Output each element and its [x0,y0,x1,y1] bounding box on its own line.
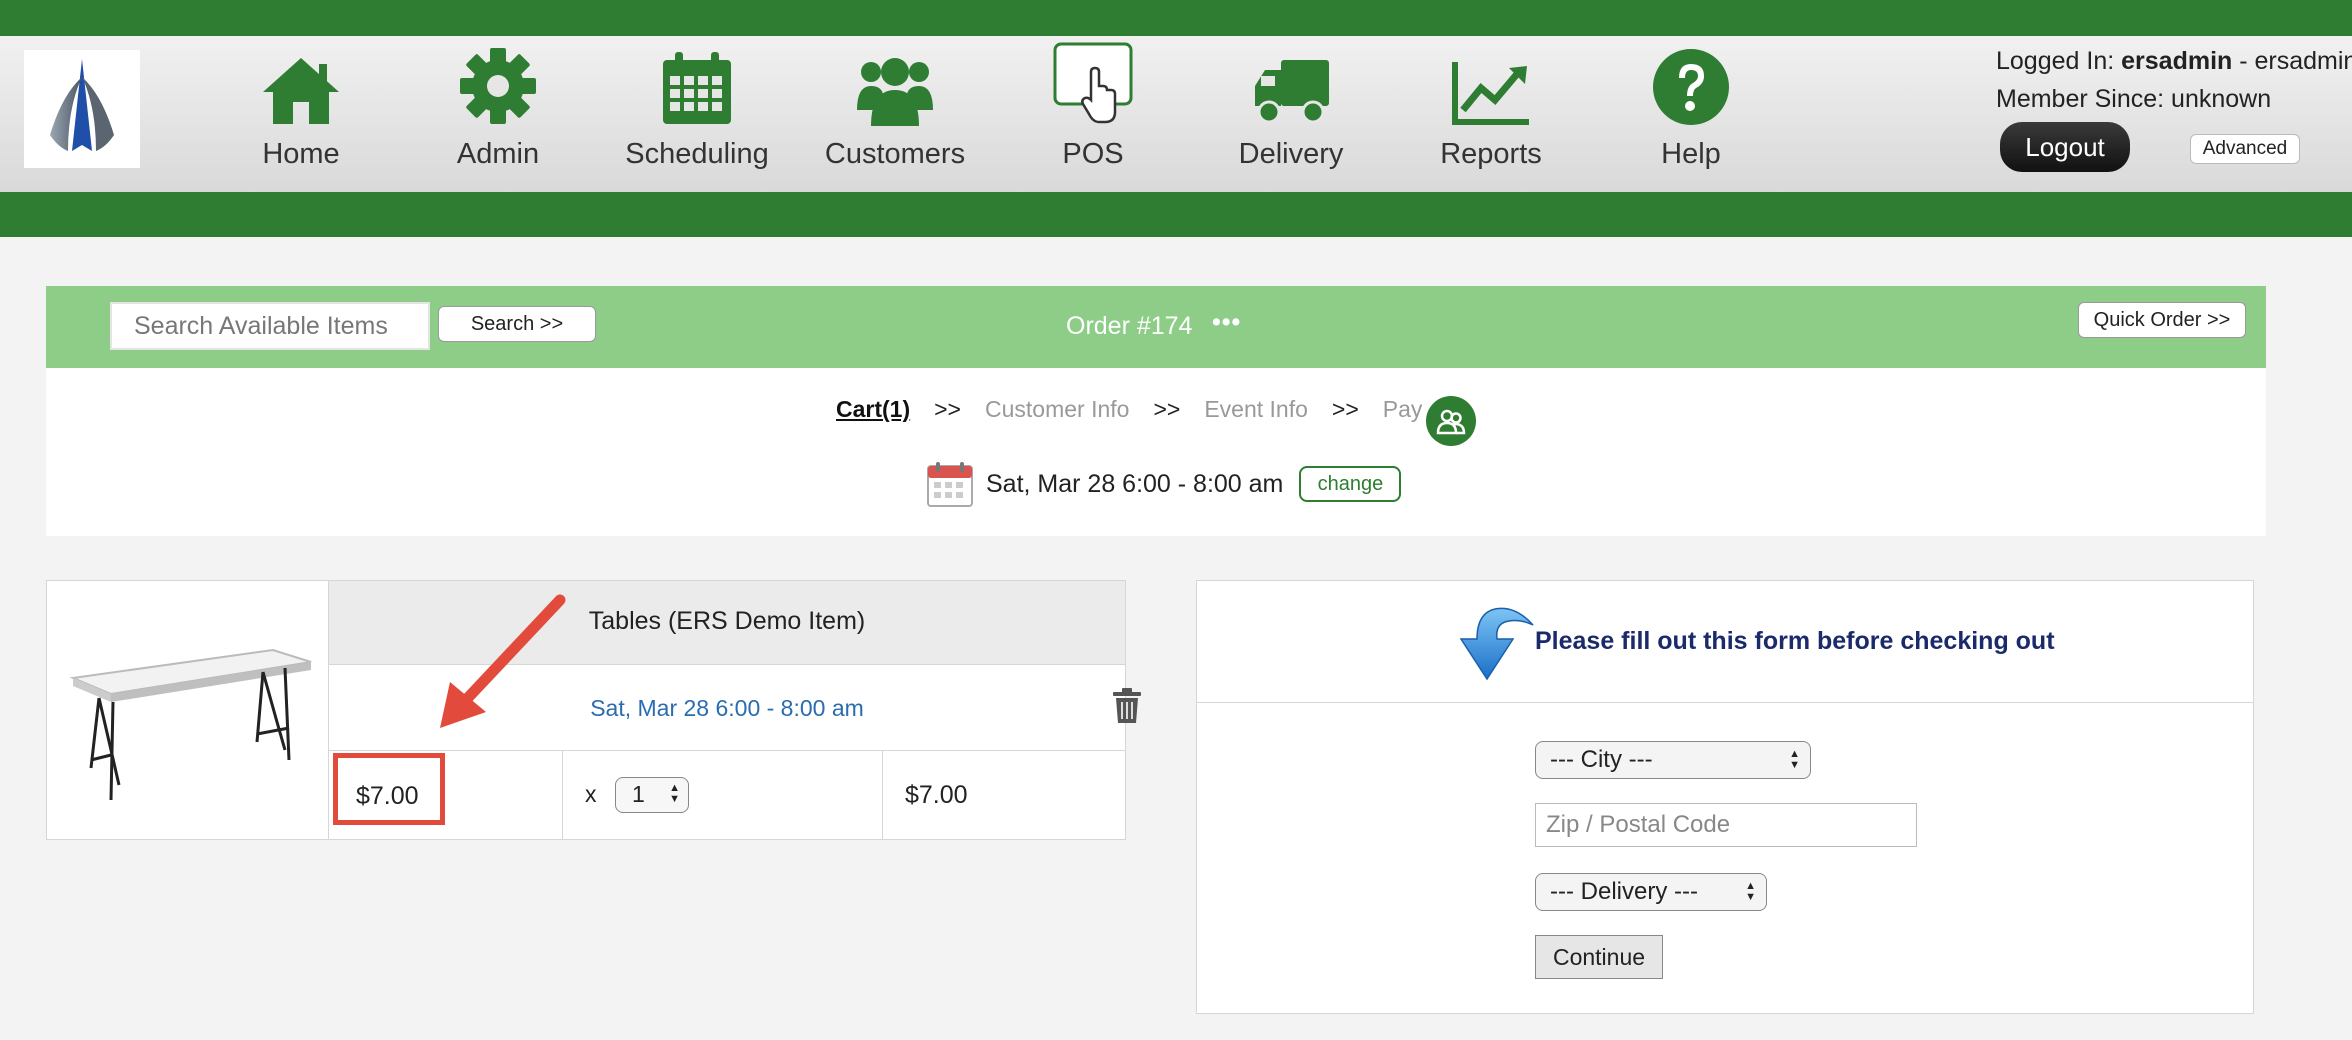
quantity-select[interactable]: 1 ▲ ▼ [615,777,689,813]
step-event-info[interactable]: Event Info [1204,396,1308,423]
unit-price[interactable]: $7.00 [333,753,445,825]
checkout-form: Please fill out this form before checkin… [1196,580,2254,1014]
select-arrows-icon: ▲ ▼ [1745,880,1756,903]
users-icon [795,44,995,126]
member-since: Member Since: unknown [1996,85,2272,113]
checkout-steps: Cart(1) >> Customer Info >> Event Info >… [836,396,1422,423]
item-price-row: $7.00 x 1 ▲ ▼ $7.00 [329,751,1125,839]
nav-pos-label: POS [1062,138,1124,170]
delivery-selected-value: --- Delivery --- [1550,878,1698,905]
step-pay[interactable]: Pay [1383,396,1423,423]
nav-home-label: Home [262,138,340,170]
down-arrow-icon [1459,607,1534,681]
logo-icon [50,59,114,151]
quick-order-button[interactable]: Quick Order >> [2078,302,2246,338]
step-separator: >> [1153,396,1181,422]
continue-button[interactable]: Continue [1535,935,1663,979]
logged-in-suffix: - ersadmin [2232,47,2352,75]
search-button[interactable]: Search >> [438,306,596,342]
event-calendar-icon [927,462,973,507]
pos-touch-icon [993,42,1193,126]
chart-icon [1391,44,1591,126]
nav-admin[interactable]: Admin [398,44,598,174]
zip-postal-input[interactable] [1535,803,1917,847]
logged-in-user: ersadmin [2121,47,2233,75]
header-bottom-strip [0,192,2352,237]
advanced-button[interactable]: Advanced [2190,134,2300,164]
select-arrows-icon: ▲ ▼ [1789,748,1800,771]
header-top-strip [0,0,2352,36]
order-bar: Search >> Order #174 ••• Quick Order >> [46,286,2266,368]
checkout-form-heading: Please fill out this form before checkin… [1535,627,2055,655]
nav-reports[interactable]: Reports [1391,44,1591,174]
calendar-icon [597,44,797,126]
app-logo[interactable] [24,50,140,168]
checkout-steps-panel: Cart(1) >> Customer Info >> Event Info >… [46,368,2266,536]
truck-icon [1191,44,1391,126]
nav-scheduling[interactable]: Scheduling [597,44,797,174]
checkout-form-header: Please fill out this form before checkin… [1197,581,2253,703]
nav-customers-label: Customers [824,138,966,170]
event-date-text: Sat, Mar 28 6:00 - 8:00 am [986,469,1284,498]
select-arrows-icon: ▲ ▼ [669,782,680,805]
logged-in-line: Logged In: ersadmin - ersadmin [1996,42,2352,80]
line-total-cell: $7.00 [883,751,1125,839]
city-select[interactable]: --- City --- ▲ ▼ [1535,741,1811,779]
logout-button[interactable]: Logout [2000,122,2130,172]
nav-delivery-label: Delivery [1238,138,1344,170]
logged-in-prefix: Logged In: [1996,47,2122,75]
line-total: $7.00 [905,781,968,809]
trash-icon[interactable] [1111,687,1143,725]
nav-home[interactable]: Home [201,44,401,174]
step-customer-info[interactable]: Customer Info [985,396,1129,423]
customer-group-icon[interactable] [1426,396,1476,446]
order-menu-icon[interactable]: ••• [1212,308,1241,337]
quantity-value: 1 [632,781,645,807]
event-date-row: Sat, Mar 28 6:00 - 8:00 am change [926,460,1402,508]
nav-customers[interactable]: Customers [795,44,995,174]
gear-icon [398,44,598,126]
nav-reports-label: Reports [1440,138,1542,170]
annotation-arrow-icon [440,594,566,728]
nav-delivery[interactable]: Delivery [1191,44,1391,174]
login-info: Logged In: ersadmin - ersadmin Member Si… [1996,42,2352,118]
nav-admin-label: Admin [456,138,540,170]
nav-scheduling-label: Scheduling [625,138,769,170]
quantity-multiplier: x [585,781,597,807]
change-date-button[interactable]: change [1299,466,1402,502]
nav-pos[interactable]: POS [993,42,1193,174]
nav-help-label: Help [1661,138,1721,170]
step-separator: >> [934,396,961,422]
item-image [47,581,329,839]
help-icon [1591,44,1791,126]
cart-item: Tables (ERS Demo Item) Sat, Mar 28 6:00 … [46,580,1141,840]
step-separator: >> [1331,396,1359,422]
order-number: Order #174 [1066,312,1193,340]
folding-table-image [68,648,311,801]
delivery-select[interactable]: --- Delivery --- ▲ ▼ [1535,873,1767,911]
step-cart[interactable]: Cart(1) [836,396,910,423]
search-items-input[interactable] [110,302,430,350]
nav-help[interactable]: Help [1591,44,1791,174]
city-selected-value: --- City --- [1550,746,1653,773]
quantity-cell: x 1 ▲ ▼ [563,751,883,839]
home-icon [201,44,401,126]
unit-price-cell: $7.00 [329,751,563,839]
